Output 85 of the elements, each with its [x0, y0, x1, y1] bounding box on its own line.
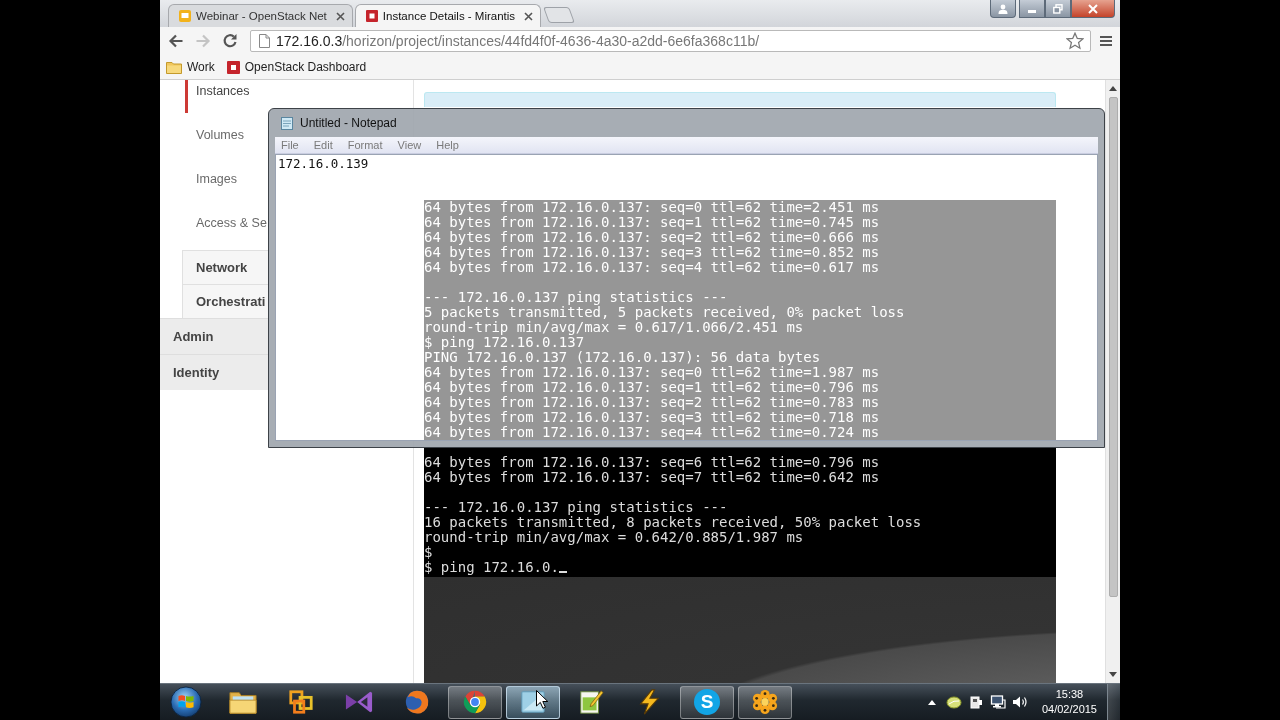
terminal-line: 64 bytes from 172.16.0.137: seq=1 ttl=62 time=0.745 ms: [424, 215, 880, 230]
bookmark-link[interactable]: Work: [166, 60, 215, 74]
tray-arrow-icon[interactable]: [927, 699, 936, 705]
terminal-line: 64 bytes from 172.16.0.137: seq=1 ttl=62 time=0.796 ms: [424, 380, 880, 395]
reload-icon: [222, 33, 238, 49]
menu-item[interactable]: Edit: [313, 139, 333, 151]
close-button[interactable]: [1071, 0, 1115, 18]
sidebar-item[interactable]: Images: [185, 157, 239, 201]
start-orb-icon: [170, 686, 202, 718]
terminal-line: --- 172.16.0.137 ping statistics ---: [424, 500, 728, 515]
terminal-line: 64 bytes from 172.16.0.137: seq=3 ttl=62 time=0.852 ms: [424, 245, 880, 260]
squares-icon: [287, 689, 315, 715]
speaker-icon[interactable]: [1011, 694, 1028, 710]
back-arrow-icon: [168, 33, 184, 49]
mouse-pointer-icon: [536, 690, 548, 709]
window-title: Untitled - Notepad: [300, 116, 397, 130]
panel-group-header[interactable]: Network: [182, 250, 268, 284]
address-field[interactable]: 172.16.0.3/horizon/project/instances/44fd4f0f-4636-4a30-a2dd-6e6fa368c11b/: [250, 30, 1091, 52]
panel-group-header[interactable]: Orchestrati: [182, 284, 268, 318]
bowtie-icon: [345, 689, 373, 715]
wheel-logo-icon: [461, 689, 489, 715]
flower-icon: [751, 689, 779, 715]
minimize-icon: [1028, 10, 1036, 13]
sidebar-item[interactable]: Access & Se: [185, 201, 269, 245]
close-icon[interactable]: [335, 11, 345, 21]
menu-item[interactable]: File: [281, 139, 299, 151]
taskbar-button[interactable]: [506, 685, 560, 719]
browser-tab[interactable]: Instance Details - Mirantis: [354, 4, 542, 27]
dashboard-header[interactable]: Admin: [160, 318, 268, 354]
notepad-icon: [577, 689, 605, 715]
clock-time[interactable]: 15:38: [1055, 687, 1084, 702]
square-favicon-icon: [365, 10, 378, 22]
terminal-line: 5 packets transmitted, 5 packets received, 0% packet loss: [424, 305, 905, 320]
power-plug-icon[interactable]: [967, 694, 984, 710]
show-desktop-button[interactable]: [1107, 684, 1120, 720]
menu-item[interactable]: Format: [347, 139, 383, 151]
page-icon: [259, 34, 270, 48]
profile-button[interactable]: [990, 0, 1016, 18]
terminal-line: 64 bytes from 172.16.0.137: seq=0 ttl=62 time=2.451 ms: [424, 200, 880, 215]
terminal-line: 64 bytes from 172.16.0.137: seq=4 ttl=62 time=0.617 ms: [424, 260, 880, 275]
terminal-line: 64 bytes from 172.16.0.137: seq=3 ttl=62 time=0.718 ms: [424, 410, 880, 425]
terminal-line: round-trip min/avg/max = 0.617/1.066/2.451 ms: [424, 320, 804, 335]
scroll-up-icon[interactable]: [1109, 86, 1117, 91]
terminal-line: --- 172.16.0.137 ping statistics ---: [424, 290, 728, 305]
terminal-line: 16 packets transmitted, 8 packets received, 50% packet loss: [424, 515, 922, 530]
scroll-down-icon[interactable]: [1109, 672, 1117, 677]
terminal-line: 64 bytes from 172.16.0.137: seq=2 ttl=62 time=0.783 ms: [424, 395, 880, 410]
terminal-line: $ ping 172.16.0.: [424, 560, 567, 575]
bookmark-link[interactable]: OpenStack Dashboard: [226, 60, 367, 74]
star-icon[interactable]: [1066, 32, 1084, 50]
menu-item[interactable]: View: [397, 139, 422, 151]
menu-item[interactable]: Help: [436, 139, 459, 151]
s-logo-icon: S: [694, 689, 720, 715]
notepad-icon: [281, 116, 293, 130]
terminal-line: 64 bytes from 172.16.0.137: seq=6 ttl=62 time=0.796 ms: [424, 455, 880, 470]
leaf-icon[interactable]: [945, 694, 962, 710]
restore-icon: [1053, 3, 1063, 14]
terminal-line: 64 bytes from 172.16.0.137: seq=0 ttl=62 time=1.987 ms: [424, 365, 880, 380]
person-icon: [998, 3, 1008, 14]
sidebar-item[interactable]: Volumes: [185, 113, 246, 157]
folder-icon: [229, 689, 257, 715]
minimize-button[interactable]: [1019, 0, 1045, 18]
folder-icon: [166, 60, 182, 74]
sidebar-item[interactable]: Instances: [185, 80, 252, 113]
globe-icon: [403, 689, 431, 715]
close-icon[interactable]: [524, 11, 534, 21]
terminal-line: 64 bytes from 172.16.0.137: seq=4 ttl=62 time=0.724 ms: [424, 425, 880, 440]
slides-favicon-icon: [179, 10, 191, 22]
scrollbar-thumb[interactable]: [1108, 97, 1118, 597]
square-logo-icon: [226, 60, 240, 74]
terminal-line: 64 bytes from 172.16.0.137: seq=2 ttl=62 time=0.666 ms: [424, 230, 880, 245]
restore-button[interactable]: [1045, 0, 1071, 18]
scrollbar[interactable]: [1105, 80, 1120, 683]
dashboard-header[interactable]: Identity: [160, 354, 268, 390]
terminal-line: round-trip min/avg/max = 0.642/0.885/1.987 ms: [424, 530, 804, 545]
terminal-line: PING 172.16.0.137 (172.16.0.137): 56 data bytes: [424, 350, 821, 365]
close-icon: [1088, 3, 1098, 14]
terminal-line: 64 bytes from 172.16.0.137: seq=7 ttl=62 time=0.642 ms: [424, 470, 880, 485]
terminal-line: $ ping 172.16.0.137: [424, 335, 585, 350]
forward-arrow-icon: [195, 33, 211, 49]
browser-tab[interactable]: Webinar - OpenStack Net: [168, 4, 353, 27]
terminal-line: $: [424, 545, 433, 560]
menu-icon: [1100, 35, 1112, 47]
clock-date[interactable]: 04/02/2015: [1041, 702, 1097, 717]
network-icon[interactable]: [989, 694, 1006, 710]
